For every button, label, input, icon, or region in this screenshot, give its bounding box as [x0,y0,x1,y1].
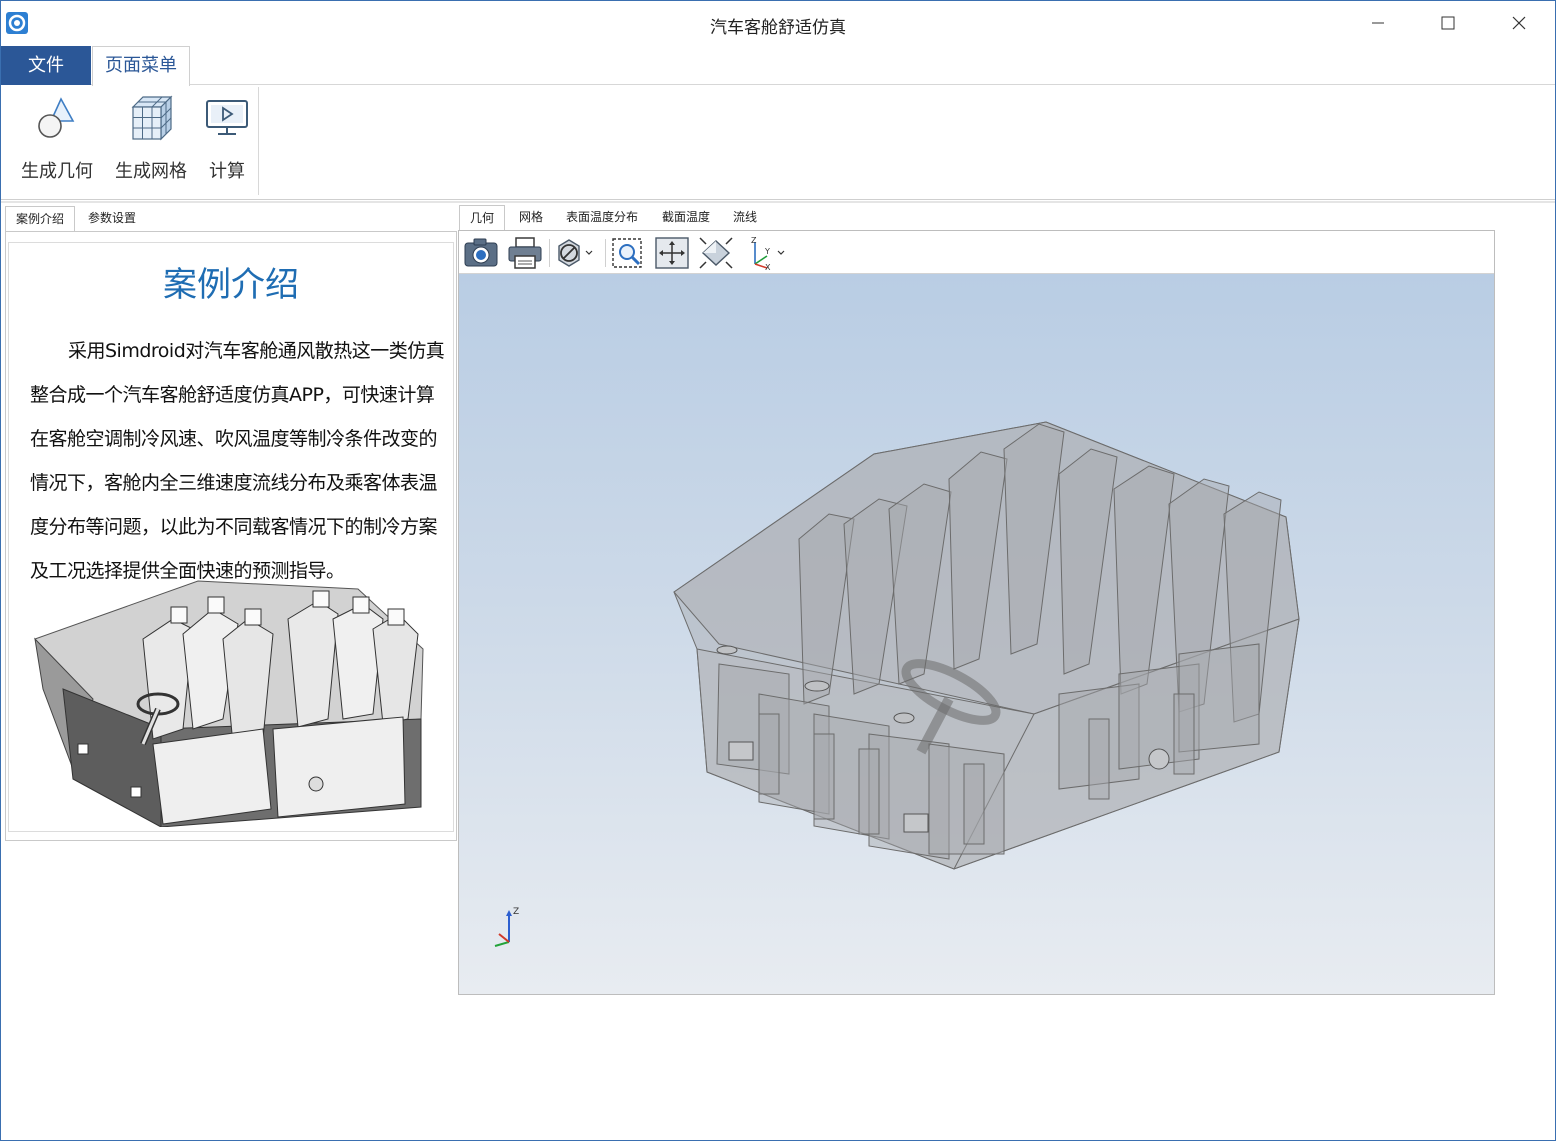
cabin-model-image [34,580,424,827]
left-tab-bar: 案例介绍 参数设置 [5,206,457,232]
compute-icon [206,100,248,135]
tab-streamlines[interactable]: 流线 [725,205,765,231]
visibility-icon[interactable] [555,236,599,270]
tab-parameters[interactable]: 参数设置 [79,206,145,232]
tab-surface-temperature[interactable]: 表面温度分布 [557,205,647,231]
case-intro-content: 案例介绍 采用Simdroid对汽车客舱通风散热这一类仿真整合成一个汽车客舱舒适… [8,242,454,832]
generate-geometry-label: 生成几何 [21,161,93,182]
fit-view-icon[interactable] [698,236,734,270]
title-bar: 汽车客舱舒适仿真 [1,1,1555,46]
content-divider [1,201,1555,203]
mesh-icon [131,95,173,141]
3d-viewer: Z Y X Z [458,230,1495,995]
tab-geometry[interactable]: 几何 [459,205,505,231]
tab-section-temperature[interactable]: 截面温度 [653,205,719,231]
ribbon-divider [258,87,259,195]
print-icon[interactable] [506,236,544,270]
app-window: 汽车客舱舒适仿真 文件 页面菜单 生成几何 生成网格 计算 案例介绍 参数设置 … [0,0,1556,1141]
viewer-toolbar: Z Y X [459,231,1494,274]
toolbar-divider [549,239,550,267]
axis-view-icon[interactable]: Z Y X [743,236,789,270]
toolbar-divider [605,239,606,267]
tab-mesh[interactable]: 网格 [509,205,553,231]
cabin-geometry-model [673,421,1300,870]
axis-triad-icon: Z [494,907,519,947]
generate-mesh-label: 生成网格 [115,161,187,182]
3d-viewport[interactable]: Z [459,274,1494,994]
svg-text:X: X [765,263,771,270]
minimize-button[interactable] [1343,1,1413,46]
tab-file[interactable]: 文件 [1,46,91,85]
generate-mesh-button[interactable]: 生成网格 [111,95,191,190]
maximize-button[interactable] [1413,1,1483,46]
generate-geometry-button[interactable]: 生成几何 [17,95,97,190]
case-intro-panel: 案例介绍 采用Simdroid对汽车客舱通风散热这一类仿真整合成一个汽车客舱舒适… [5,231,457,841]
camera-icon[interactable] [462,236,500,270]
compute-button[interactable]: 计算 [203,95,251,190]
ribbon-tab-row: 文件 页面菜单 [1,46,1555,86]
svg-text:Z: Z [751,236,757,245]
ribbon-panel: 生成几何 生成网格 计算 [1,85,1555,200]
close-button[interactable] [1483,1,1553,46]
compute-label: 计算 [209,161,245,182]
tab-page-menu[interactable]: 页面菜单 [92,46,190,86]
svg-text:Y: Y [764,247,770,256]
intro-heading: 案例介绍 [163,265,299,305]
svg-text:Z: Z [513,907,519,917]
view-tab-bar: 几何 网格 表面温度分布 截面温度 流线 [459,205,799,231]
geometry-icon [38,97,75,138]
zoom-window-icon[interactable] [610,236,646,270]
tab-case-intro[interactable]: 案例介绍 [5,206,75,232]
intro-paragraph: 采用Simdroid对汽车客舱通风散热这一类仿真整合成一个汽车客舱舒适度仿真AP… [30,340,445,582]
pan-icon[interactable] [654,236,690,270]
window-title: 汽车客舱舒适仿真 [710,18,846,38]
